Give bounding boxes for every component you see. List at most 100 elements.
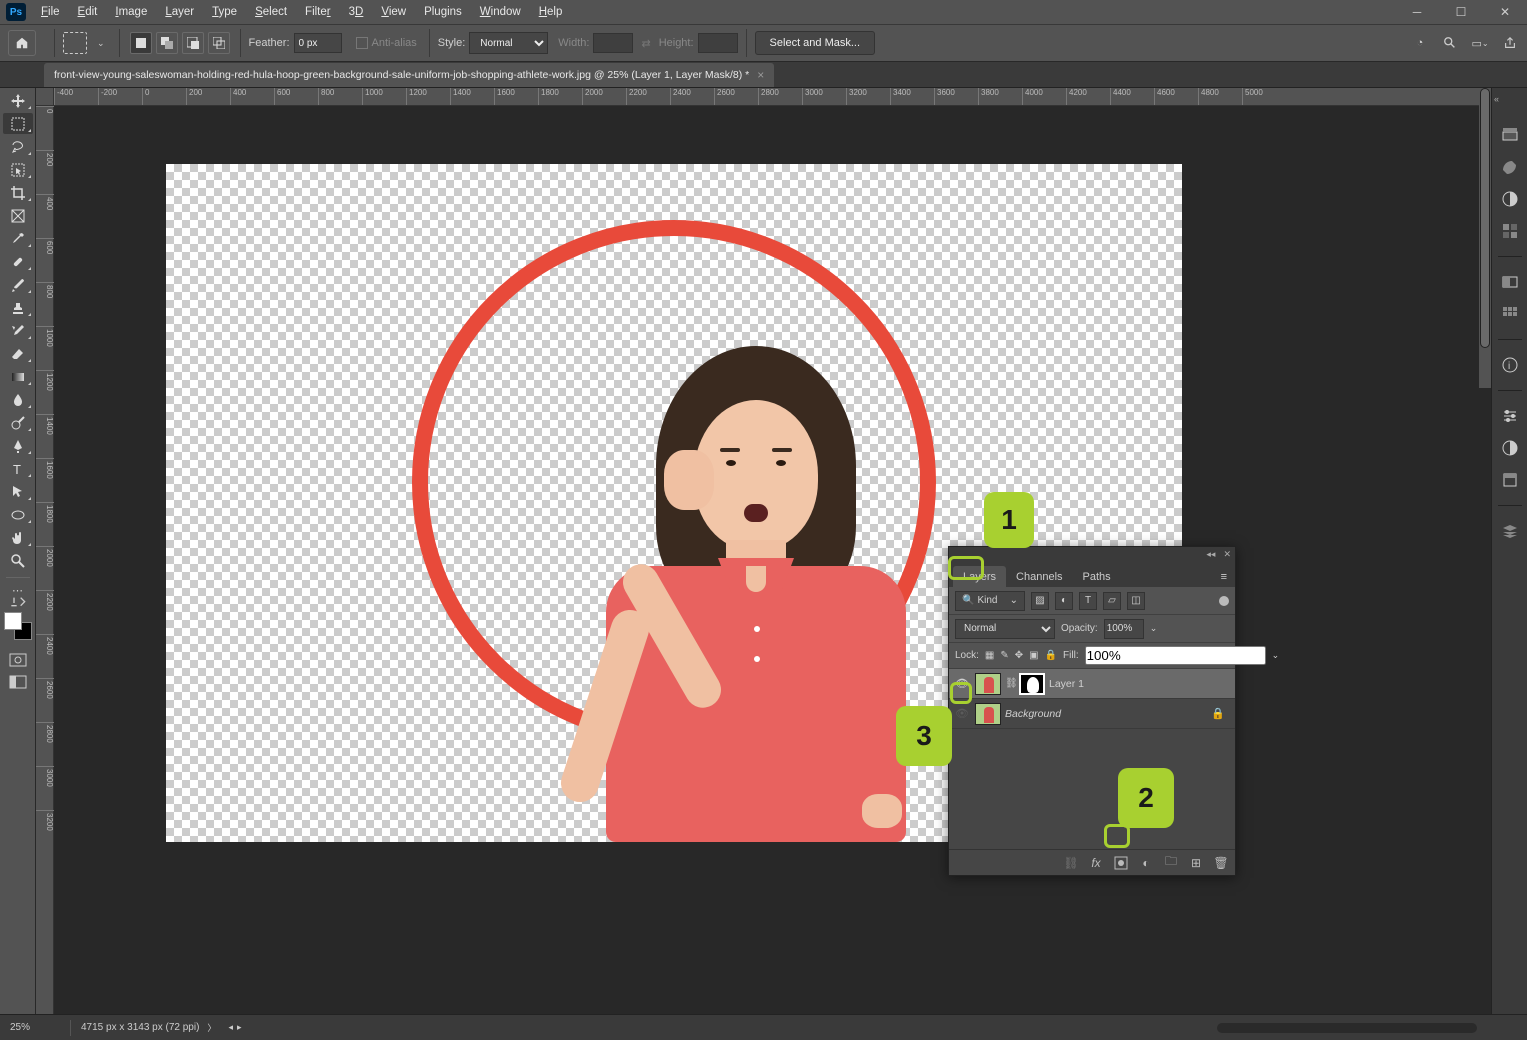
pen-tool[interactable]: [3, 435, 33, 456]
marquee-preset-icon[interactable]: [63, 32, 87, 54]
menu-select[interactable]: Select: [246, 6, 296, 18]
layers-panel-icon[interactable]: [1499, 520, 1521, 542]
document-tab[interactable]: front-view-young-saleswoman-holding-red-…: [44, 63, 774, 87]
blend-mode-select[interactable]: Normal: [955, 619, 1055, 639]
lock-all-icon[interactable]: 🔒: [1045, 647, 1057, 665]
libraries-panel-icon[interactable]: [1499, 469, 1521, 491]
status-nav-left[interactable]: ◂: [228, 1022, 233, 1033]
swap-colors-icon[interactable]: [3, 598, 33, 608]
crop-tool[interactable]: [3, 182, 33, 203]
object-select-tool[interactable]: [3, 159, 33, 180]
status-nav-right[interactable]: ▸: [237, 1022, 242, 1033]
healing-tool[interactable]: [3, 251, 33, 272]
brush-tool[interactable]: [3, 274, 33, 295]
shape-tool[interactable]: [3, 504, 33, 525]
layer-name[interactable]: Background: [1005, 708, 1061, 720]
filter-pixel-icon[interactable]: ▨: [1031, 592, 1049, 610]
dock-expand-icon[interactable]: «: [1494, 94, 1502, 114]
filter-smart-icon[interactable]: ◫: [1127, 592, 1145, 610]
lock-paint-icon[interactable]: ✎: [1000, 647, 1008, 665]
workspace-icon[interactable]: ▭⌄: [1471, 34, 1489, 52]
menu-file[interactable]: File: [32, 6, 69, 18]
visibility-toggle[interactable]: 👁: [955, 707, 969, 720]
layer-row[interactable]: 👁 ⛓ Layer 1: [949, 669, 1235, 699]
marquee-tool[interactable]: [3, 113, 33, 134]
lock-position-icon[interactable]: ✥: [1015, 647, 1023, 665]
zoom-level[interactable]: 25%: [10, 1022, 60, 1033]
link-layers-icon[interactable]: ⛓: [1063, 855, 1079, 871]
swatches-panel-icon[interactable]: [1499, 156, 1521, 178]
ruler-origin[interactable]: [36, 88, 54, 106]
move-tool[interactable]: [3, 90, 33, 111]
stamp-tool[interactable]: [3, 297, 33, 318]
layer-filter-kind[interactable]: 🔍 Kind ⌄: [955, 591, 1025, 611]
fx-icon[interactable]: fx: [1088, 855, 1104, 871]
menu-3d[interactable]: 3D: [340, 6, 373, 18]
window-minimize[interactable]: ─: [1395, 0, 1439, 24]
filter-type-icon[interactable]: T: [1079, 592, 1097, 610]
hand-tool[interactable]: [3, 527, 33, 548]
menu-type[interactable]: Type: [203, 6, 246, 18]
group-icon[interactable]: 🗀: [1163, 855, 1179, 871]
properties-panel-icon[interactable]: [1499, 405, 1521, 427]
menu-filter[interactable]: Filter: [296, 6, 340, 18]
history-brush-tool[interactable]: [3, 320, 33, 341]
filter-shape-icon[interactable]: ▱: [1103, 592, 1121, 610]
selection-new-icon[interactable]: [130, 32, 152, 54]
color-swatches[interactable]: [4, 612, 32, 640]
window-close[interactable]: ✕: [1483, 0, 1527, 24]
delete-layer-icon[interactable]: 🗑: [1213, 855, 1229, 871]
layer-thumbnail[interactable]: [975, 673, 1001, 695]
mask-link-icon[interactable]: ⛓: [1005, 678, 1015, 689]
select-and-mask-button[interactable]: Select and Mask...: [755, 31, 876, 55]
selection-add-icon[interactable]: [156, 32, 178, 54]
menu-layer[interactable]: Layer: [156, 6, 203, 18]
gradient-tool[interactable]: [3, 366, 33, 387]
color-panel-icon[interactable]: [1499, 124, 1521, 146]
add-mask-icon[interactable]: [1113, 855, 1129, 871]
lock-artboard-icon[interactable]: ▣: [1029, 647, 1038, 665]
eyedropper-tool[interactable]: [3, 228, 33, 249]
quickmask-icon[interactable]: [3, 650, 33, 670]
doc-dimensions[interactable]: 4715 px x 3143 px (72 ppi): [81, 1022, 199, 1033]
gradients-panel-icon[interactable]: [1499, 188, 1521, 210]
panel-collapse-icon[interactable]: ◂◂: [1206, 549, 1215, 560]
menu-edit[interactable]: Edit: [69, 6, 107, 18]
panel-close-icon[interactable]: ✕: [1223, 549, 1231, 560]
ruler-horizontal[interactable]: -400-20002004006008001000120014001600180…: [54, 88, 1491, 106]
cloud-icon[interactable]: ◔: [1411, 34, 1429, 52]
menu-view[interactable]: View: [372, 6, 415, 18]
layer-name[interactable]: Layer 1: [1049, 678, 1084, 690]
horizontal-scrollbar[interactable]: [1217, 1023, 1477, 1033]
selection-intersect-icon[interactable]: [208, 32, 230, 54]
lasso-tool[interactable]: [3, 136, 33, 157]
adjustments-panel-icon[interactable]: [1499, 271, 1521, 293]
fill-input[interactable]: [1085, 646, 1266, 665]
menu-help[interactable]: Help: [530, 6, 572, 18]
path-select-tool[interactable]: [3, 481, 33, 502]
search-icon[interactable]: [1441, 34, 1459, 52]
status-chevron-icon[interactable]: 〉: [207, 1021, 216, 1034]
blur-tool[interactable]: [3, 389, 33, 410]
close-tab-icon[interactable]: ×: [757, 68, 764, 82]
patterns-panel-icon[interactable]: [1499, 220, 1521, 242]
menu-window[interactable]: Window: [471, 6, 530, 18]
share-icon[interactable]: [1501, 34, 1519, 52]
panel-menu-icon[interactable]: ≡: [1213, 567, 1235, 587]
screenmode-icon[interactable]: [3, 672, 33, 692]
mask-thumbnail[interactable]: [1019, 673, 1045, 695]
tab-channels[interactable]: Channels: [1006, 566, 1072, 587]
layer-thumbnail[interactable]: [975, 703, 1001, 725]
ruler-vertical[interactable]: 0200400600800100012001400160018002000220…: [36, 106, 54, 1014]
filter-toggle[interactable]: [1219, 596, 1229, 606]
filter-adjust-icon[interactable]: ◐: [1055, 592, 1073, 610]
window-maximize[interactable]: ☐: [1439, 0, 1483, 24]
tool-preset-dropdown[interactable]: ⌄: [91, 38, 111, 49]
adjustment-layer-icon[interactable]: ◐: [1138, 855, 1154, 871]
new-layer-icon[interactable]: ⊞: [1188, 855, 1204, 871]
lock-transparent-icon[interactable]: ▦: [985, 647, 994, 665]
zoom-tool[interactable]: [3, 550, 33, 571]
opacity-input[interactable]: [1104, 619, 1144, 639]
menu-plugins[interactable]: Plugins: [415, 6, 471, 18]
vertical-scrollbar[interactable]: [1479, 88, 1491, 388]
